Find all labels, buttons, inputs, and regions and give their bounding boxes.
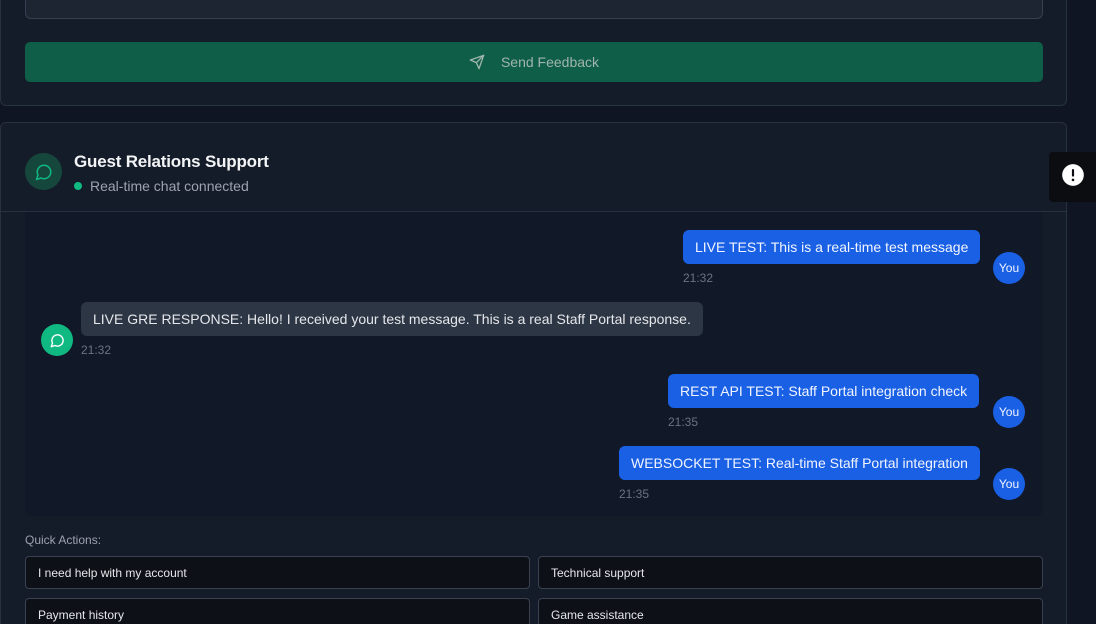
- message-time: 21:35: [619, 487, 650, 501]
- feedback-card: Send Feedback: [0, 0, 1067, 106]
- message-user: LIVE TEST: This is a real-time test mess…: [683, 230, 981, 285]
- chat-title: Guest Relations Support: [74, 152, 269, 171]
- quick-actions-label: Quick Actions:: [25, 533, 102, 547]
- message-user: WEBSOCKET TEST: Real-time Staff Portal i…: [619, 446, 980, 501]
- agent-avatar-icon: [41, 324, 73, 356]
- chat-bubble-icon: [25, 153, 62, 190]
- message-bubble: LIVE TEST: This is a real-time test mess…: [683, 230, 981, 264]
- message-bubble: WEBSOCKET TEST: Real-time Staff Portal i…: [619, 446, 980, 480]
- message-list[interactable]: LIVE TEST: This is a real-time test mess…: [25, 212, 1043, 516]
- status-text: Real-time chat connected: [90, 178, 249, 194]
- feedback-toggle-button[interactable]: [1049, 152, 1096, 202]
- avatar: You: [993, 468, 1025, 500]
- quick-action-account-help[interactable]: I need help with my account: [25, 556, 530, 589]
- message-time: 21:35: [668, 415, 699, 429]
- message-user: REST API TEST: Staff Portal integration …: [668, 374, 980, 429]
- connection-status: Real-time chat connected: [74, 178, 249, 194]
- feedback-toggle-icon: [1060, 162, 1086, 193]
- message-bubble: LIVE GRE RESPONSE: Hello! I received you…: [81, 302, 703, 336]
- feedback-textarea[interactable]: [25, 0, 1043, 19]
- send-icon: [469, 54, 485, 70]
- message-bubble: REST API TEST: Staff Portal integration …: [668, 374, 980, 408]
- message-time: 21:32: [683, 271, 714, 285]
- message-time: 21:32: [81, 343, 112, 357]
- quick-action-game-assistance[interactable]: Game assistance: [538, 598, 1043, 624]
- avatar: You: [993, 396, 1025, 428]
- quick-action-payment-history[interactable]: Payment history: [25, 598, 530, 624]
- send-feedback-button[interactable]: Send Feedback: [25, 42, 1043, 82]
- avatar: You: [993, 252, 1025, 284]
- status-dot: [74, 182, 82, 190]
- message-agent: LIVE GRE RESPONSE: Hello! I received you…: [81, 302, 703, 357]
- chat-card: Guest Relations Support Real-time chat c…: [0, 122, 1067, 624]
- quick-action-technical-support[interactable]: Technical support: [538, 556, 1043, 589]
- send-feedback-label: Send Feedback: [500, 54, 600, 70]
